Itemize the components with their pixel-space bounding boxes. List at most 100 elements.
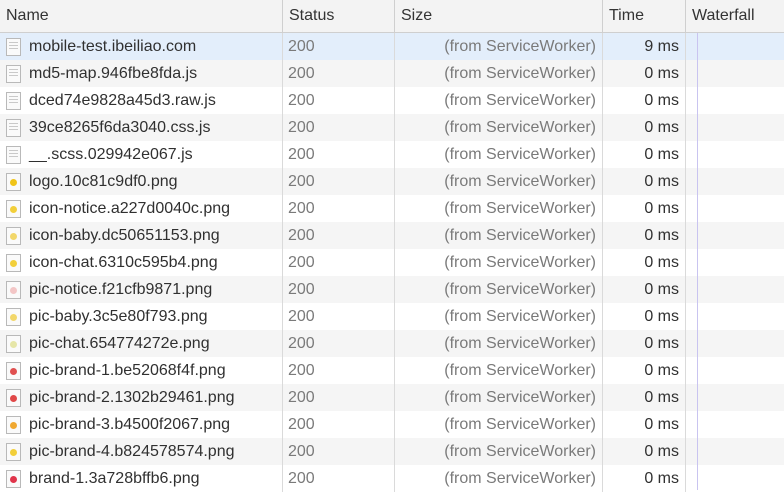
status-cell: 200: [283, 384, 395, 411]
request-name: pic-brand-4.b824578574.png: [29, 443, 235, 460]
name-cell: pic-baby.3c5e80f793.png: [0, 303, 283, 330]
image-icon: [6, 416, 21, 434]
document-icon: [6, 38, 21, 56]
waterfall-cell: [686, 114, 784, 141]
status-cell: 200: [283, 141, 395, 168]
status-cell: 200: [283, 357, 395, 384]
request-name: 39ce8265f6da3040.css.js: [29, 119, 211, 136]
waterfall-cell: [686, 357, 784, 384]
size-cell: (from ServiceWorker): [395, 276, 603, 303]
column-header-waterfall[interactable]: Waterfall: [686, 0, 784, 32]
name-cell: icon-baby.dc50651153.png: [0, 222, 283, 249]
time-cell: 0 ms: [603, 384, 686, 411]
name-cell: icon-chat.6310c595b4.png: [0, 249, 283, 276]
image-icon: [6, 443, 21, 461]
request-name: icon-notice.a227d0040c.png: [29, 200, 231, 217]
time-cell: 0 ms: [603, 303, 686, 330]
size-cell: (from ServiceWorker): [395, 438, 603, 465]
table-row[interactable]: icon-notice.a227d0040c.png 200 (from Servi…: [0, 195, 784, 222]
request-name: pic-chat.654774272e.png: [29, 335, 210, 352]
table-row[interactable]: pic-baby.3c5e80f793.png 200 (from ServiceW…: [0, 303, 784, 330]
waterfall-cell: [686, 384, 784, 411]
size-cell: (from ServiceWorker): [395, 168, 603, 195]
document-icon: [6, 146, 21, 164]
time-cell: 9 ms: [603, 33, 686, 60]
image-icon: [6, 389, 21, 407]
size-cell: (from ServiceWorker): [395, 141, 603, 168]
status-cell: 200: [283, 114, 395, 141]
table-row[interactable]: mobile-test.ibeiliao.com 200 (from Service…: [0, 33, 784, 60]
column-header-name[interactable]: Name: [0, 0, 283, 32]
request-name: md5-map.946fbe8fda.js: [29, 65, 198, 82]
status-cell: 200: [283, 87, 395, 114]
column-header-status[interactable]: Status: [283, 0, 395, 32]
name-cell: pic-chat.654774272e.png: [0, 330, 283, 357]
table-row[interactable]: pic-notice.f21cfb9871.png 200 (from Servic…: [0, 276, 784, 303]
table-row[interactable]: __.scss.029942e067.js 200 (from ServiceWor…: [0, 141, 784, 168]
request-name: pic-notice.f21cfb9871.png: [29, 281, 213, 298]
table-row[interactable]: 39ce8265f6da3040.css.js 200 (from ServiceW…: [0, 114, 784, 141]
time-cell: 0 ms: [603, 60, 686, 87]
waterfall-cell: [686, 141, 784, 168]
status-cell: 200: [283, 465, 395, 492]
request-name: logo.10c81c9df0.png: [29, 173, 178, 190]
request-name: pic-baby.3c5e80f793.png: [29, 308, 208, 325]
name-cell: brand-1.3a728bffb6.png: [0, 465, 283, 492]
table-row[interactable]: brand-1.3a728bffb6.png 200 (from ServiceWo…: [0, 465, 784, 492]
request-name: pic-brand-1.be52068f4f.png: [29, 362, 226, 379]
waterfall-cell: [686, 168, 784, 195]
status-cell: 200: [283, 222, 395, 249]
request-name: mobile-test.ibeiliao.com: [29, 38, 197, 55]
waterfall-cell: [686, 249, 784, 276]
table-header: Name Status Size Time Waterfall: [0, 0, 784, 33]
request-name: __.scss.029942e067.js: [29, 146, 193, 163]
table-row[interactable]: pic-brand-1.be52068f4f.png 200 (from Servi…: [0, 357, 784, 384]
waterfall-cell: [686, 87, 784, 114]
image-icon: [6, 227, 21, 245]
size-cell: (from ServiceWorker): [395, 87, 603, 114]
table-row[interactable]: pic-brand-2.1302b29461.png 200 (from Servi…: [0, 384, 784, 411]
time-cell: 0 ms: [603, 87, 686, 114]
status-cell: 200: [283, 195, 395, 222]
time-cell: 0 ms: [603, 438, 686, 465]
status-cell: 200: [283, 60, 395, 87]
table-row[interactable]: pic-chat.654774272e.png 200 (from ServiceW…: [0, 330, 784, 357]
table-row[interactable]: dced74e9828a45d3.raw.js 200 (from ServiceW…: [0, 87, 784, 114]
status-cell: 200: [283, 249, 395, 276]
name-cell: 39ce8265f6da3040.css.js: [0, 114, 283, 141]
waterfall-cell: [686, 60, 784, 87]
column-header-size[interactable]: Size: [395, 0, 603, 32]
status-cell: 200: [283, 33, 395, 60]
status-cell: 200: [283, 438, 395, 465]
size-cell: (from ServiceWorker): [395, 222, 603, 249]
name-cell: pic-brand-4.b824578574.png: [0, 438, 283, 465]
status-cell: 200: [283, 276, 395, 303]
table-row[interactable]: icon-baby.dc50651153.png 200 (from Service…: [0, 222, 784, 249]
size-cell: (from ServiceWorker): [395, 114, 603, 141]
time-cell: 0 ms: [603, 249, 686, 276]
image-icon: [6, 254, 21, 272]
name-cell: __.scss.029942e067.js: [0, 141, 283, 168]
status-cell: 200: [283, 411, 395, 438]
waterfall-cell: [686, 303, 784, 330]
size-cell: (from ServiceWorker): [395, 330, 603, 357]
request-name: brand-1.3a728bffb6.png: [29, 470, 200, 487]
time-cell: 0 ms: [603, 411, 686, 438]
table-row[interactable]: pic-brand-4.b824578574.png 200 (from Servi…: [0, 438, 784, 465]
time-cell: 0 ms: [603, 222, 686, 249]
image-icon: [6, 200, 21, 218]
request-name: dced74e9828a45d3.raw.js: [29, 92, 216, 109]
table-row[interactable]: pic-brand-3.b4500f2067.png 200 (from Servi…: [0, 411, 784, 438]
size-cell: (from ServiceWorker): [395, 60, 603, 87]
name-cell: pic-notice.f21cfb9871.png: [0, 276, 283, 303]
size-cell: (from ServiceWorker): [395, 384, 603, 411]
table-row[interactable]: icon-chat.6310c595b4.png 200 (from Service…: [0, 249, 784, 276]
name-cell: dced74e9828a45d3.raw.js: [0, 87, 283, 114]
size-cell: (from ServiceWorker): [395, 33, 603, 60]
table-row[interactable]: logo.10c81c9df0.png 200 (from ServiceWorke…: [0, 168, 784, 195]
table-row[interactable]: md5-map.946fbe8fda.js 200 (from ServiceWor…: [0, 60, 784, 87]
name-cell: logo.10c81c9df0.png: [0, 168, 283, 195]
name-cell: pic-brand-3.b4500f2067.png: [0, 411, 283, 438]
column-header-time[interactable]: Time: [603, 0, 686, 32]
waterfall-cell: [686, 33, 784, 60]
